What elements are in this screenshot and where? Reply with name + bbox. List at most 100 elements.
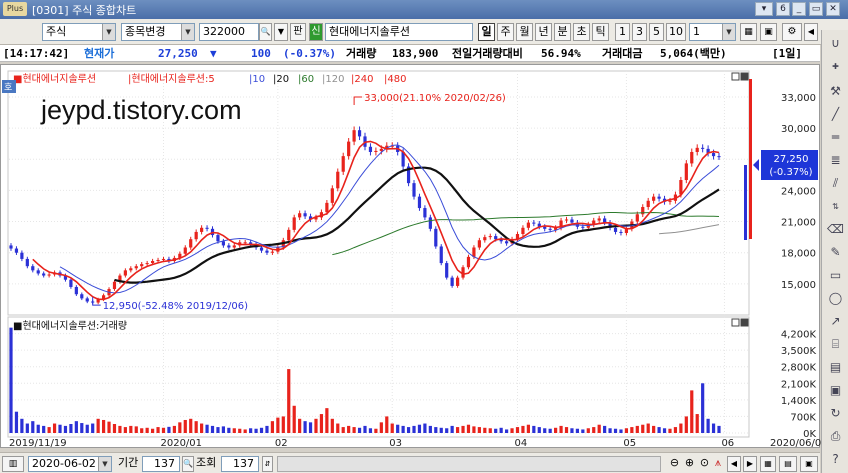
candle-body bbox=[701, 147, 705, 149]
candle-body bbox=[161, 258, 166, 260]
stock-code-input[interactable]: 322000 bbox=[199, 23, 259, 41]
volume-bar bbox=[243, 429, 247, 433]
minimize-icon[interactable]: _ bbox=[792, 2, 806, 16]
scroll-right-icon[interactable]: ⊙ bbox=[698, 456, 711, 472]
price-tick-label: 33,000 bbox=[781, 93, 816, 104]
layout-icon[interactable]: ▤ bbox=[779, 456, 797, 472]
chart-scrollbar[interactable] bbox=[277, 456, 661, 472]
tool-icon[interactable]: ✚ bbox=[826, 57, 845, 76]
gear-icon[interactable]: ⚙ bbox=[782, 23, 802, 41]
print-icon[interactable]: ⎙ bbox=[826, 427, 845, 446]
badge-price: 27,250 bbox=[774, 154, 809, 165]
camera-icon[interactable]: ▣ bbox=[826, 381, 845, 400]
date-input[interactable]: 2020-06-02 ▼ bbox=[28, 456, 112, 472]
channel-icon[interactable]: ⫽ bbox=[826, 174, 845, 193]
prev-icon[interactable]: ◀ bbox=[727, 456, 741, 472]
refresh-icon[interactable]: ↻ bbox=[826, 404, 845, 423]
chevron-down-icon[interactable]: ▼ bbox=[181, 24, 194, 40]
candle-body bbox=[341, 156, 345, 172]
interval-5[interactable]: 5 bbox=[649, 23, 664, 41]
pane-close-icon[interactable] bbox=[740, 72, 749, 81]
image-icon[interactable]: ▣ bbox=[760, 23, 777, 41]
auto-icon[interactable]: ⇅ bbox=[826, 197, 845, 216]
code-dropdown[interactable]: ▼ bbox=[274, 23, 288, 41]
candle-body bbox=[466, 256, 471, 268]
legend-ma5: |현대에너지솔루션:5 bbox=[128, 73, 215, 85]
volume-bar bbox=[52, 423, 57, 433]
pane-maximize-icon[interactable] bbox=[731, 318, 740, 327]
close-icon[interactable]: ✕ bbox=[826, 2, 840, 16]
text-icon[interactable]: ✎ bbox=[826, 243, 845, 262]
volume-bar bbox=[543, 428, 547, 433]
pane-maximize-icon[interactable] bbox=[731, 72, 740, 81]
interval-3[interactable]: 3 bbox=[632, 23, 647, 41]
market-select[interactable]: 주식 ▼ bbox=[42, 23, 116, 41]
fibonacci-icon[interactable]: ≣ bbox=[826, 151, 845, 170]
chevron-down-icon[interactable]: ▼ bbox=[98, 457, 111, 471]
chevron-down-icon[interactable]: ▼ bbox=[102, 24, 115, 40]
candle-body bbox=[134, 266, 138, 269]
zoom-out-icon[interactable]: ⊖ bbox=[668, 456, 681, 472]
restore-icon[interactable]: ▭ bbox=[809, 2, 823, 16]
search-icon[interactable]: 🔍 bbox=[182, 456, 194, 472]
arrow-left-icon[interactable]: ◀ bbox=[804, 23, 818, 41]
magnet-icon[interactable]: ∪ bbox=[826, 34, 845, 53]
arrow-icon[interactable]: ↗ bbox=[826, 312, 845, 331]
calendar-icon[interactable]: ▥ bbox=[2, 456, 24, 472]
new-badge[interactable]: 신 bbox=[309, 23, 323, 41]
horizontal-line-icon[interactable]: ═ bbox=[826, 128, 845, 147]
interval-10[interactable]: 10 bbox=[666, 23, 686, 41]
period-tick[interactable]: 틱 bbox=[592, 23, 609, 41]
period-month[interactable]: 월 bbox=[516, 23, 533, 41]
candle-body bbox=[695, 147, 699, 152]
volume-bar bbox=[276, 417, 280, 433]
interval-select[interactable]: 1 ▼ bbox=[689, 23, 736, 41]
chart-panel[interactable]: 15,00018,00021,00024,00027,00030,00033,0… bbox=[0, 64, 821, 449]
pan-button[interactable]: 판 bbox=[290, 23, 306, 41]
candle-body bbox=[439, 246, 443, 264]
period-day[interactable]: 일 bbox=[478, 23, 495, 41]
crosshair-icon[interactable]: ⚒ bbox=[826, 82, 845, 101]
period-year[interactable]: 년 bbox=[535, 23, 552, 41]
table-icon[interactable]: ▤ bbox=[826, 358, 845, 377]
period-minute[interactable]: 분 bbox=[554, 23, 571, 41]
volume-bar bbox=[613, 428, 618, 433]
volume-bar bbox=[521, 425, 525, 433]
search-icon[interactable]: 🔍 bbox=[259, 23, 272, 41]
eraser-icon[interactable]: ⌫ bbox=[826, 220, 845, 239]
candle-body bbox=[20, 252, 24, 259]
stock-name-field[interactable]: 현대에너지솔루션 bbox=[325, 23, 473, 41]
period-second[interactable]: 초 bbox=[573, 23, 590, 41]
legend-ma20: |20 bbox=[273, 74, 289, 85]
volume-bar bbox=[210, 425, 215, 433]
settings-icon[interactable]: ▣ bbox=[800, 456, 818, 472]
candle-body bbox=[635, 214, 639, 222]
volume-toggle-icon[interactable]: ⩚ bbox=[711, 456, 725, 472]
change-stock-select[interactable]: 종목변경 ▼ bbox=[121, 23, 195, 41]
zoom-in-icon[interactable]: ⊕ bbox=[683, 456, 696, 472]
interval-1[interactable]: 1 bbox=[615, 23, 630, 41]
volume-bar bbox=[319, 414, 324, 433]
grid-icon[interactable]: ▦ bbox=[740, 23, 757, 41]
pane-close-icon[interactable] bbox=[740, 318, 749, 327]
window-number-badge[interactable]: 6 bbox=[776, 2, 790, 16]
candle-body bbox=[9, 245, 13, 249]
trendline-icon[interactable]: ╱ bbox=[826, 105, 845, 124]
chevron-down-icon[interactable]: ▾ bbox=[755, 2, 773, 16]
period-count-input[interactable]: 137 bbox=[142, 456, 180, 472]
volume-bar bbox=[439, 427, 443, 433]
volume-tick-label: 3,500K bbox=[781, 346, 817, 357]
volume-bar bbox=[314, 418, 318, 433]
fit-icon[interactable]: ▦ bbox=[760, 456, 776, 472]
price-change-pct: (-0.37%) bbox=[283, 47, 336, 60]
view-count-input[interactable]: 137 bbox=[221, 456, 259, 472]
ellipse-icon[interactable]: ◯ bbox=[826, 289, 845, 308]
next-icon[interactable]: ▶ bbox=[743, 456, 757, 472]
help-icon[interactable]: ? bbox=[826, 450, 845, 469]
spin-icon[interactable]: ⇵ bbox=[262, 456, 273, 472]
period-icon[interactable]: ⌸ bbox=[826, 335, 845, 354]
volume-bar bbox=[657, 427, 661, 433]
period-week[interactable]: 주 bbox=[497, 23, 514, 41]
chevron-down-icon[interactable]: ▼ bbox=[722, 24, 735, 40]
rectangle-icon[interactable]: ▭ bbox=[826, 266, 845, 285]
